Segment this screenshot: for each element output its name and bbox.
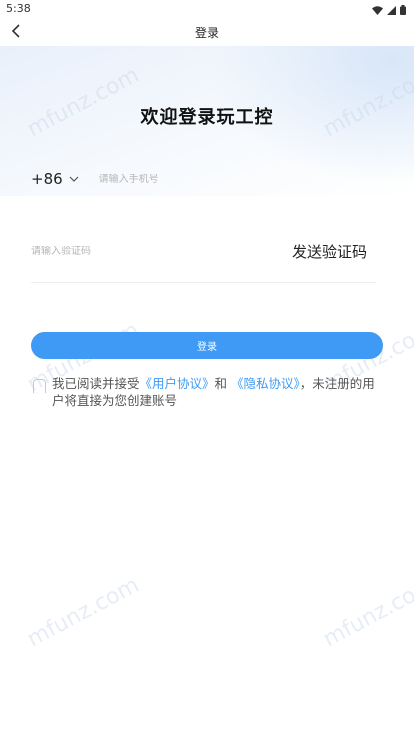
welcome-heading: 欢迎登录玩工控 [140, 107, 274, 128]
wifi-icon [372, 0, 383, 19]
phone-row: +86 [31, 166, 383, 192]
watermark: mfunz.com [319, 572, 414, 653]
code-input[interactable] [31, 245, 211, 257]
agreement-text: 我已阅读并接受《用户协议》和 《隐私协议》，未注册的用户将直接为您创建账号 [52, 375, 382, 409]
divider [31, 282, 376, 283]
send-code-button[interactable]: 发送验证码 [292, 241, 367, 262]
signal-icon [387, 0, 396, 19]
status-bar: 5:38 [0, 0, 414, 18]
page-title: 登录 [194, 26, 219, 40]
battery-icon [400, 0, 406, 19]
agreement-and: 和 [214, 376, 232, 391]
privacy-policy-link[interactable]: 《隐私协议》 [231, 376, 300, 391]
country-code[interactable]: +86 [31, 170, 63, 188]
status-icons [372, 3, 406, 15]
phone-input[interactable] [98, 173, 299, 185]
watermark: mfunz.com [23, 572, 144, 653]
status-time: 5:38 [6, 2, 31, 15]
agreement-prefix: 我已阅读并接受 [52, 376, 140, 391]
agreement-checkbox[interactable] [33, 379, 46, 393]
user-agreement-link[interactable]: 《用户协议》 [140, 376, 215, 391]
code-row: 发送验证码 [31, 236, 376, 266]
chevron-down-icon[interactable] [69, 176, 79, 182]
nav-bar: 登录 [0, 18, 414, 46]
login-button[interactable]: 登录 [31, 332, 383, 359]
